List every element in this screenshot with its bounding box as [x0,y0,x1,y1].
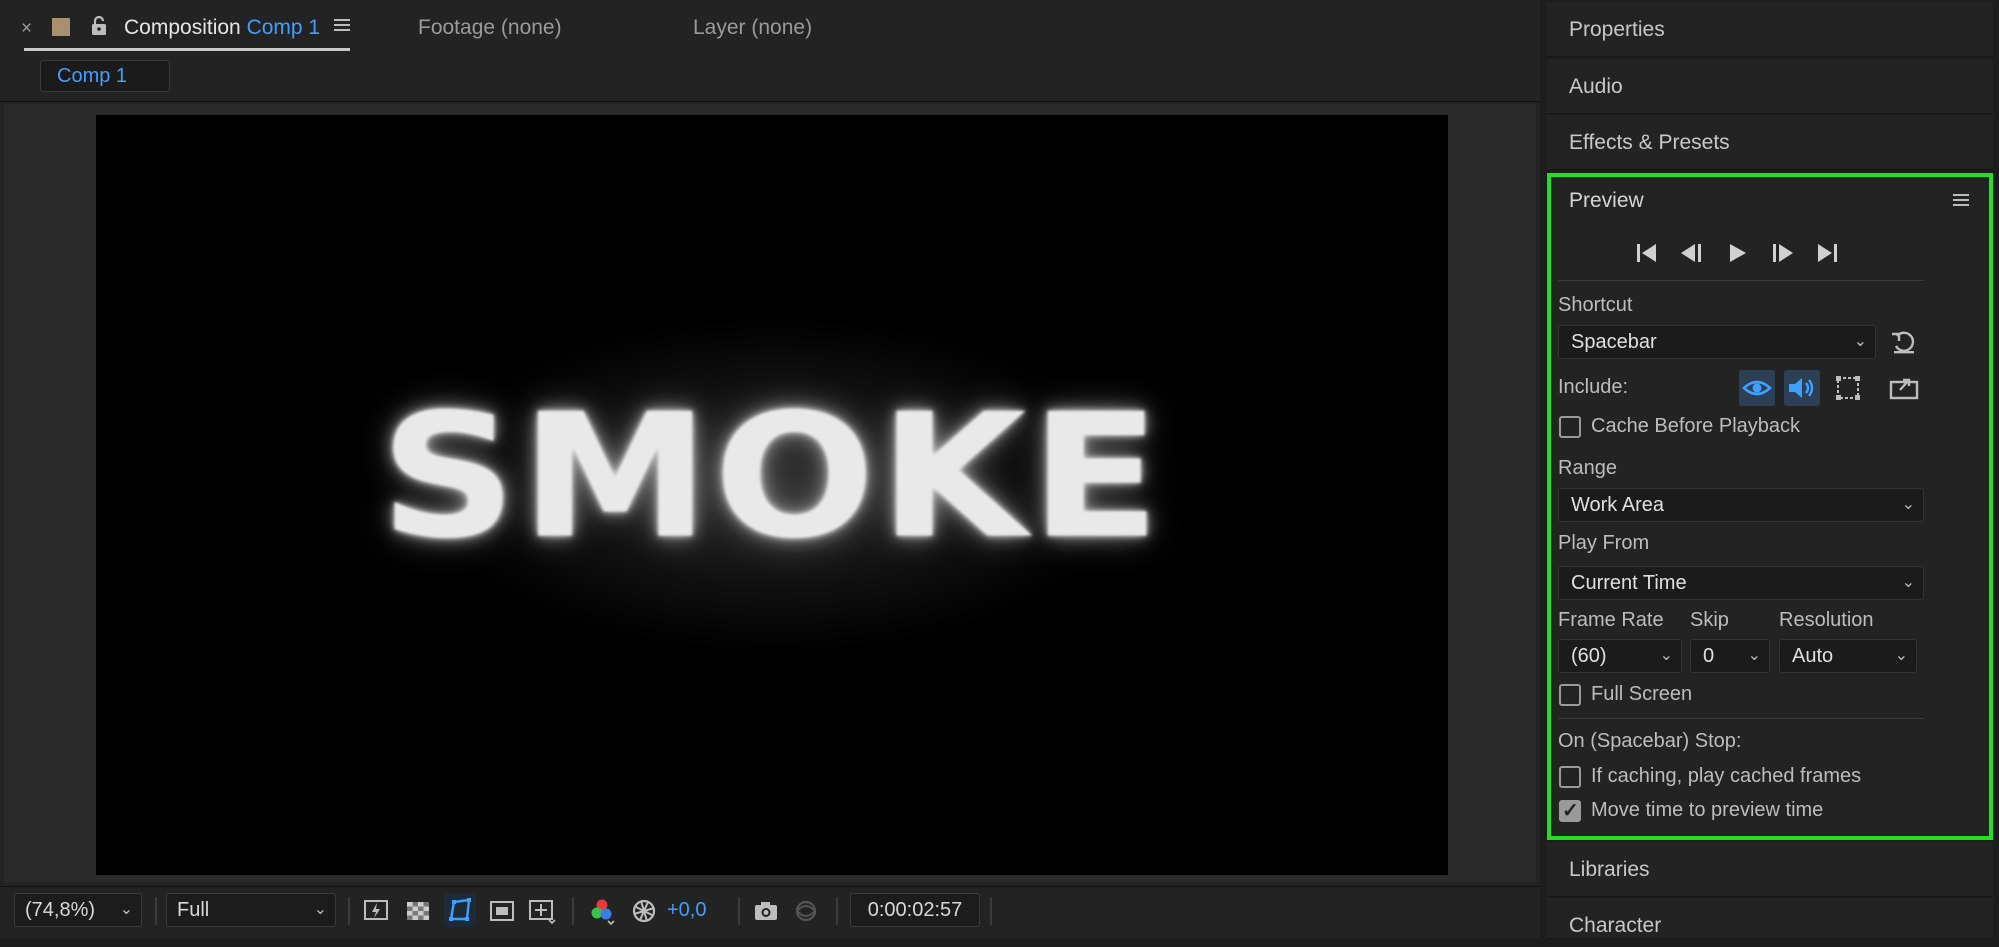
camera-icon[interactable] [752,897,780,925]
audio-label: Audio [1569,75,1623,98]
next-frame-icon[interactable] [1767,240,1797,266]
active-tab-underline [24,48,350,51]
lock-icon[interactable] [90,15,108,37]
include-overlays-toggle[interactable] [1830,370,1866,406]
full-screen-label: Full Screen [1591,683,1693,705]
effects-presets-panel-header[interactable]: Effects & Presets [1547,115,1993,170]
first-frame-icon[interactable] [1632,240,1662,266]
shortcut-label: Shortcut [1558,294,1633,316]
shortcut-dropdown[interactable]: Spacebar ⌄ [1558,325,1876,359]
play-from-value: Current Time [1571,572,1687,594]
composition-tab[interactable]: Composition Comp 1 [124,16,320,40]
channels-icon[interactable] [588,897,616,925]
toolbar-divider [572,897,574,925]
section-divider [1558,280,1924,281]
play-icon[interactable] [1722,240,1752,266]
canvas-smoke-text: SMOKE [379,377,1165,576]
cache-before-playback-label: Cache Before Playback [1591,415,1801,437]
fast-previews-icon[interactable] [362,897,390,925]
magnification-value: (74,8%) [25,899,96,921]
panel-menu-icon[interactable] [334,17,350,33]
chevron-down-icon: ⌄ [119,901,133,918]
preview-title: Preview [1569,189,1644,212]
toolbar-divider [155,897,157,925]
if-caching-checkbox[interactable] [1559,766,1581,788]
toolbar-divider [738,897,740,925]
external-video-icon[interactable] [1888,372,1920,402]
chevron-down-icon: ⌄ [313,901,327,918]
grid-guides-icon[interactable] [528,897,556,925]
magnification-dropdown[interactable]: (74,8%) ⌄ [14,893,142,927]
shortcut-value: Spacebar [1571,331,1657,353]
audio-panel-header[interactable]: Audio [1547,59,1993,114]
range-dropdown[interactable]: Work Area ⌄ [1558,488,1924,522]
play-from-label: Play From [1558,532,1650,554]
on-stop-label: On (Spacebar) Stop: [1558,730,1742,752]
region-of-interest-icon[interactable] [488,897,516,925]
mask-path-visibility-icon[interactable] [444,893,476,927]
properties-panel-header[interactable]: Properties [1547,2,1993,57]
resolution-value: Full [177,899,210,921]
character-label: Character [1569,914,1662,937]
close-tab-icon[interactable]: × [21,18,32,40]
reset-shortcut-icon[interactable] [1890,330,1918,356]
resolution-label: Resolution [1779,609,1874,631]
chevron-down-icon: ⌄ [1901,574,1915,591]
speaker-icon [1789,378,1814,398]
preview-resolution-value: Auto [1792,645,1834,667]
section-divider [1558,718,1924,719]
skip-dropdown[interactable]: 0 ⌄ [1690,639,1770,673]
include-audio-toggle[interactable] [1784,370,1820,406]
cache-before-playback-checkbox[interactable] [1559,416,1581,438]
frame-rate-value: (60) [1571,645,1607,667]
reset-exposure-icon[interactable] [630,897,658,925]
transparency-grid-icon[interactable] [404,897,432,925]
include-label: Include: [1558,376,1629,398]
skip-label: Skip [1690,609,1729,631]
chevron-down-icon: ⌄ [1747,647,1761,664]
effects-presets-label: Effects & Presets [1569,131,1730,154]
chevron-down-icon: ⌄ [1853,333,1867,350]
composition-tab-comp-name: Comp 1 [246,16,321,39]
preview-resolution-dropdown[interactable]: Auto ⌄ [1779,639,1917,673]
toolbar-divider [990,897,992,925]
character-panel-header[interactable]: Character [1547,898,1993,939]
chevron-down-icon: ⌄ [1659,647,1673,664]
last-frame-icon[interactable] [1812,240,1842,266]
viewer-toolbar: (74,8%) ⌄ Full ⌄ +0,0 0:00:02:57 [0,886,1540,938]
toolbar-divider [348,897,350,925]
comp-navigator-bar [0,56,1540,102]
composition-canvas[interactable]: SMOKE [96,115,1448,875]
include-video-toggle[interactable] [1739,370,1775,406]
footage-tab[interactable]: Footage (none) [418,16,562,40]
resolution-dropdown[interactable]: Full ⌄ [166,893,336,927]
libraries-panel-header[interactable]: Libraries [1547,842,1993,897]
frame-rate-dropdown[interactable]: (60) ⌄ [1558,639,1682,673]
comp-navigator-tab[interactable]: Comp 1 [40,60,170,92]
properties-label: Properties [1569,18,1665,41]
libraries-label: Libraries [1569,858,1650,881]
panel-menu-icon[interactable] [1953,192,1969,208]
move-time-label: Move time to preview time [1591,799,1824,821]
chevron-down-icon: ⌄ [1894,647,1908,664]
move-time-checkbox[interactable] [1559,798,1581,823]
eye-icon [1742,380,1772,396]
full-screen-checkbox[interactable] [1559,684,1581,706]
exposure-value[interactable]: +0,0 [667,899,706,922]
range-value: Work Area [1571,494,1664,516]
skip-value: 0 [1703,645,1715,667]
play-from-dropdown[interactable]: Current Time ⌄ [1558,566,1924,600]
previous-frame-icon[interactable] [1677,240,1707,266]
layer-tab[interactable]: Layer (none) [693,16,812,40]
frame-rate-label: Frame Rate [1558,609,1664,631]
current-time-display[interactable]: 0:00:02:57 [850,893,980,927]
show-snapshot-icon[interactable] [792,897,820,925]
overlays-icon [1836,376,1860,400]
chevron-down-icon: ⌄ [1901,496,1915,513]
if-caching-label: If caching, play cached frames [1591,765,1862,787]
toolbar-divider [836,897,838,925]
label-color-swatch[interactable] [52,18,70,36]
composition-tab-title: Composition [124,16,241,39]
range-label: Range [1558,457,1617,479]
